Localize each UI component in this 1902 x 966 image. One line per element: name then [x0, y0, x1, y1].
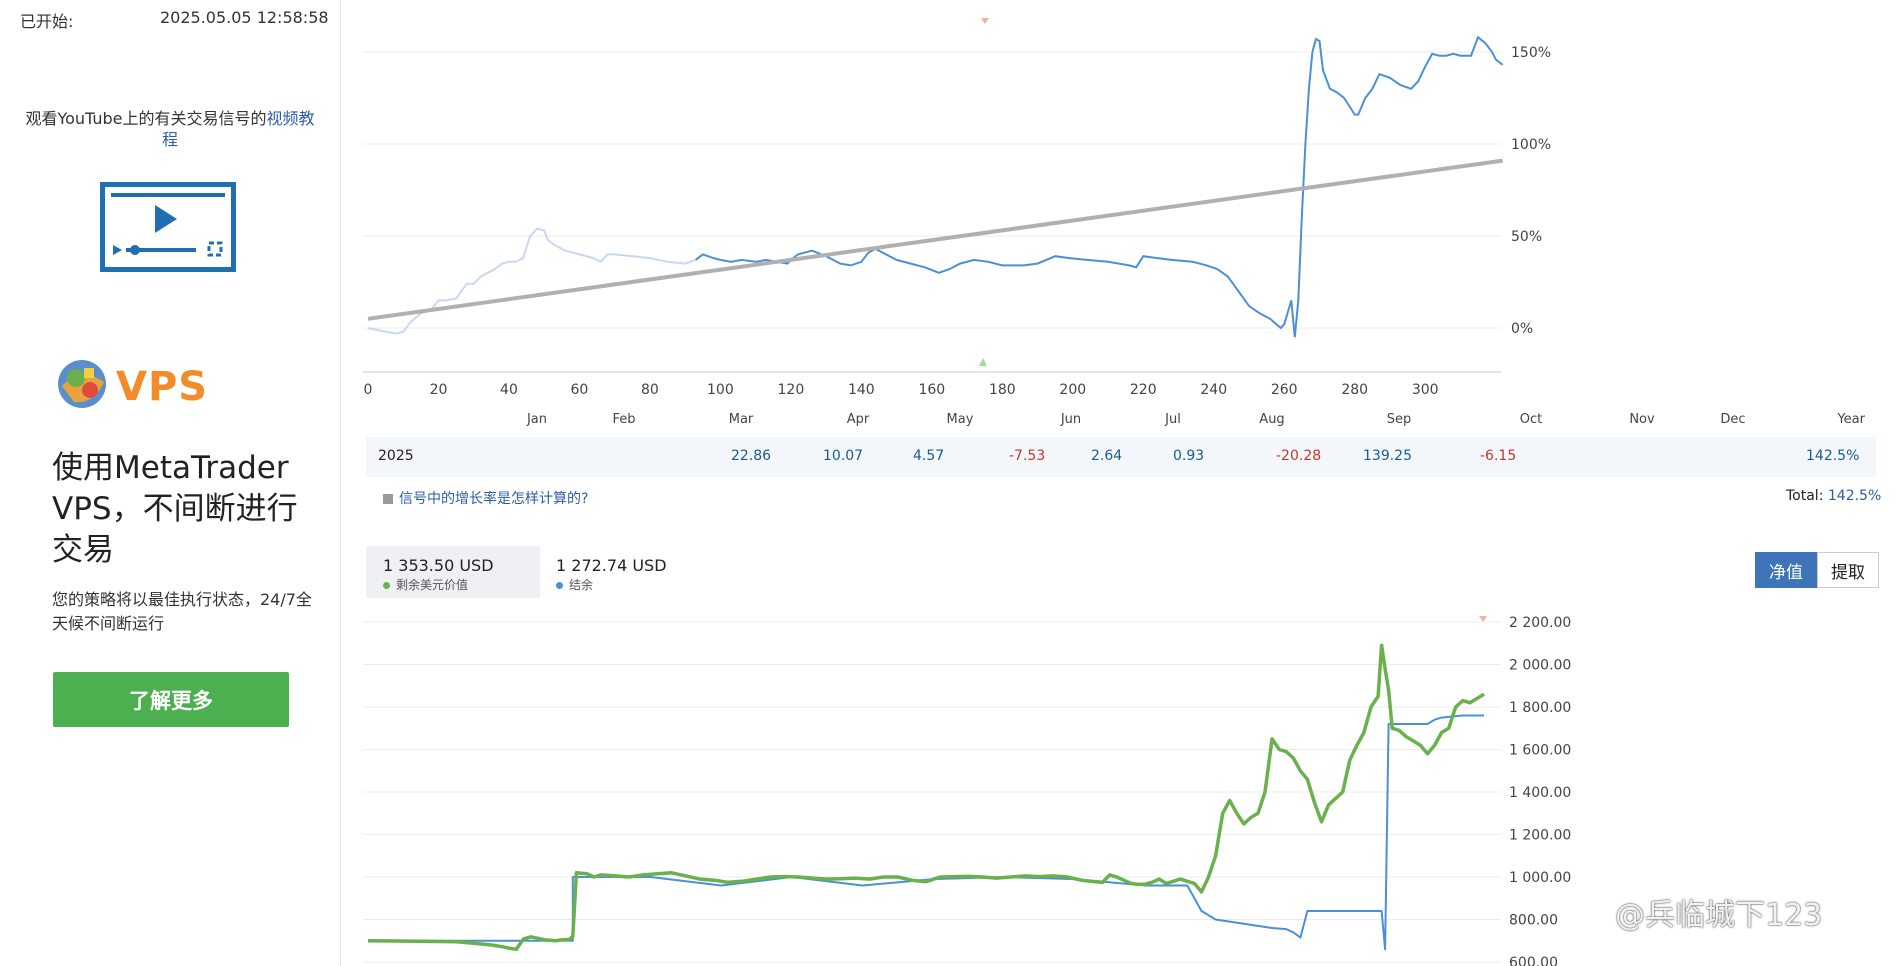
watch-youtube-text: 观看YouTube上的有关交易信号的视频教程	[20, 108, 320, 150]
vps-title: 使用MetaTrader VPS，不间断进行交易	[52, 450, 298, 568]
month-value-oct: 139.25	[1363, 448, 1412, 464]
series-line	[367, 643, 1485, 952]
x-tick-label: 260	[1271, 382, 1298, 398]
max-marker-icon	[1479, 616, 1487, 622]
x-tick-label: 0	[364, 382, 373, 398]
year-label: Year	[1836, 412, 1865, 427]
month-value-aug: 0.93	[1173, 448, 1205, 464]
month-label: Sep	[1387, 412, 1412, 427]
min-marker-icon	[979, 358, 987, 366]
growth-question[interactable]: 信号中的增长率是怎样计算的?	[383, 488, 588, 508]
series-line	[368, 714, 1484, 951]
month-value-may: 4.57	[913, 448, 945, 464]
y-tick-label: 2 200.00	[1509, 615, 1571, 631]
month-value-nov: -6.15	[1480, 448, 1517, 464]
month-value-jun: -7.53	[1009, 448, 1046, 464]
y-tick-label: 150%	[1511, 45, 1551, 61]
month-label: Nov	[1629, 412, 1655, 427]
y-tick-label: 0%	[1511, 321, 1533, 337]
x-tick-label: 60	[571, 382, 589, 398]
series-growth	[695, 35, 1504, 338]
x-tick-label: 120	[778, 382, 805, 398]
sidebar: 已开始: 2025.05.05 12:58:58 观看YouTube上的有关交易…	[0, 0, 341, 966]
month-value-sep: -20.28	[1276, 448, 1322, 464]
learn-more-button[interactable]: 了解更多	[53, 672, 289, 727]
month-label: Oct	[1520, 412, 1542, 427]
equity-button[interactable]: 净值	[1755, 552, 1817, 588]
started-label: 已开始:	[20, 12, 74, 31]
month-label: Dec	[1720, 412, 1745, 427]
year-value: 142.5%	[1806, 448, 1860, 464]
x-tick-label: 200	[1059, 382, 1086, 398]
vps-logo-text: VPS	[116, 364, 209, 410]
growth-question-text: 信号中的增长率是怎样计算的?	[399, 491, 589, 507]
x-tick-label: 160	[918, 382, 945, 398]
main-panel: 0% 50% 100% 150% 0 20 40 60 80 100 120 140 160 180 200…	[341, 0, 1902, 966]
y-tick-label: 2 000.00	[1509, 658, 1571, 674]
growth-chart: 0% 50% 100% 150% 0 20 40 60 80 100 120 140 160 180 200…	[363, 18, 1866, 427]
x-tick-label: 100	[707, 382, 734, 398]
x-tick-label: 300	[1412, 382, 1439, 398]
watch-text: 观看YouTube上的有关交易信号的	[25, 109, 267, 128]
y-tick-label: 1 000.00	[1509, 870, 1571, 886]
year-cell: 2025	[378, 448, 414, 464]
y-tick-label: 100%	[1511, 137, 1551, 153]
x-tick-label: 40	[500, 382, 518, 398]
y-tick-label: 1 400.00	[1509, 785, 1571, 801]
y-tick-label: 1 200.00	[1509, 828, 1571, 844]
info-icon	[383, 494, 393, 504]
total-growth: Total: 142.5%	[1786, 488, 1881, 504]
balance-stat[interactable]: 1 272.74 USD 结余	[542, 546, 682, 598]
max-marker-icon	[981, 18, 989, 24]
month-label: Jan	[526, 412, 547, 427]
y-tick-label: 1 800.00	[1509, 700, 1571, 716]
withdraw-button[interactable]: 提取	[1817, 552, 1879, 588]
month-value-jul: 2.64	[1091, 448, 1123, 464]
equity-stat[interactable]: 1 353.50 USD 剩余美元价值	[366, 546, 540, 598]
month-label: Mar	[729, 412, 754, 427]
started-value: 2025.05.05 12:58:58	[160, 8, 329, 27]
y-tick-label: 1 600.00	[1509, 743, 1571, 759]
x-tick-label: 280	[1341, 382, 1368, 398]
growth-table-row: 2025 22.86 10.07 4.57 -7.53 2.64 0.93 -20.28 13…	[366, 437, 1876, 477]
x-tick-label: 180	[989, 382, 1016, 398]
month-value-apr: 10.07	[823, 448, 864, 464]
balance-label: 结余	[556, 576, 593, 593]
video-player-icon[interactable]	[100, 182, 236, 272]
watermark: @兵临城下123	[1615, 898, 1823, 933]
equity-label: 剩余美元价值	[383, 576, 468, 593]
metatrader-logo	[54, 356, 114, 416]
x-tick-label: 240	[1200, 382, 1227, 398]
month-label: May	[947, 412, 974, 427]
total-value: 142.5%	[1827, 488, 1882, 504]
series-trend	[367, 158, 1503, 321]
x-tick-label: 220	[1130, 382, 1157, 398]
equity-value: 1 353.50 USD	[383, 556, 494, 575]
play-icon	[111, 193, 225, 257]
y-tick-label: 800.00	[1509, 913, 1558, 929]
y-tick-label: 50%	[1511, 229, 1542, 245]
month-label: Jun	[1060, 412, 1081, 427]
month-label: Feb	[612, 412, 635, 427]
y-tick-label: 600.00	[1509, 955, 1558, 966]
x-tick-label: 80	[641, 382, 659, 398]
x-tick-label: 20	[430, 382, 448, 398]
x-tick-label: 140	[848, 382, 875, 398]
equity-dot	[383, 582, 390, 589]
month-value-mar: 22.86	[731, 448, 772, 464]
month-label: Aug	[1259, 412, 1284, 427]
month-label: Apr	[847, 412, 870, 427]
vps-description: 您的策略将以最佳执行状态，24/7全天候不间断运行	[52, 590, 312, 633]
balance-dot	[556, 582, 563, 589]
month-label: Jul	[1164, 412, 1181, 427]
balance-value: 1 272.74 USD	[556, 556, 667, 575]
total-label: Total:	[1786, 488, 1824, 504]
